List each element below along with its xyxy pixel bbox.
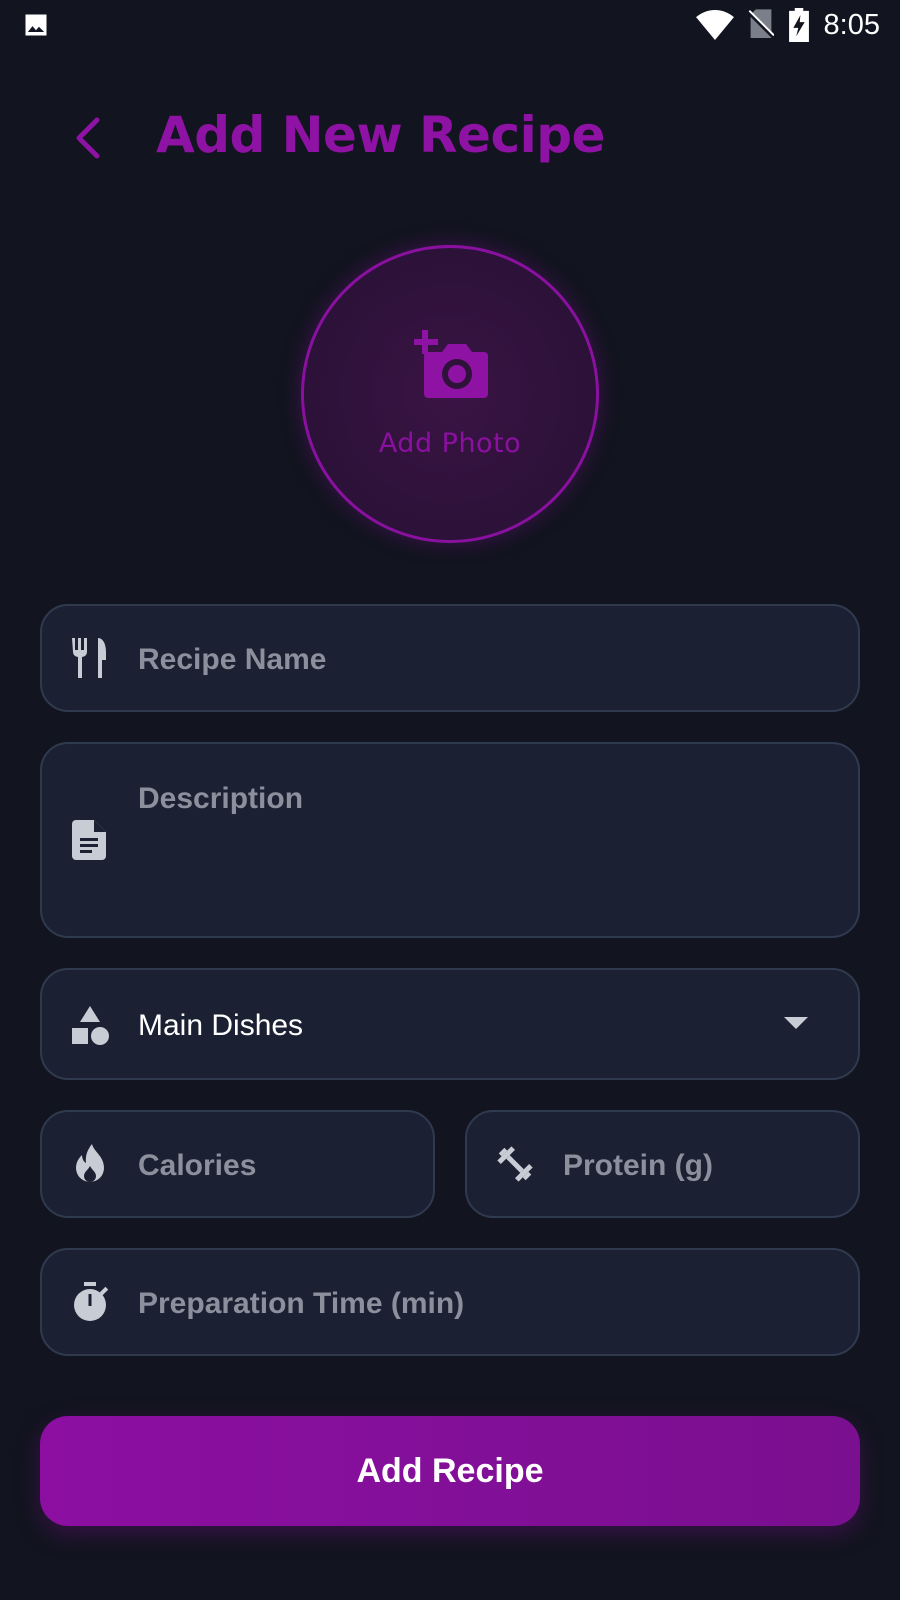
- description-field[interactable]: Description: [40, 742, 860, 938]
- no-sim-icon: [747, 9, 774, 40]
- add-recipe-button[interactable]: Add Recipe: [40, 1416, 860, 1526]
- protein-field[interactable]: Protein (g): [465, 1110, 860, 1218]
- page-title: Add New Recipe: [156, 106, 605, 164]
- add-recipe-screen: 8:05 Add New Recipe Add Photo Recipe Nam…: [0, 0, 900, 1600]
- flame-icon: [76, 1144, 104, 1182]
- status-time: 8:05: [823, 8, 880, 41]
- document-icon: [72, 820, 106, 860]
- calories-placeholder: Calories: [138, 1149, 257, 1182]
- prep-time-placeholder: Preparation Time (min): [138, 1287, 465, 1320]
- prep-time-field[interactable]: Preparation Time (min): [40, 1248, 860, 1356]
- back-button[interactable]: [60, 108, 116, 168]
- status-bar: 8:05: [0, 0, 900, 50]
- calories-field[interactable]: Calories: [40, 1110, 435, 1218]
- dropdown-arrow-icon: [784, 1017, 808, 1029]
- stopwatch-icon: [74, 1282, 109, 1321]
- header: Add New Recipe: [0, 100, 900, 176]
- dumbbell-icon: [497, 1146, 533, 1182]
- chevron-left-icon: [76, 117, 100, 159]
- add-photo-button[interactable]: Add Photo: [301, 245, 599, 543]
- category-shapes-icon: [72, 1006, 109, 1045]
- image-icon: [25, 14, 47, 36]
- battery-charging-icon: [788, 8, 809, 42]
- category-value: Main Dishes: [138, 1009, 304, 1042]
- fork-knife-icon: [72, 638, 106, 678]
- category-dropdown[interactable]: Main Dishes: [40, 968, 860, 1080]
- protein-placeholder: Protein (g): [563, 1149, 713, 1182]
- add-camera-icon: [414, 330, 488, 398]
- add-photo-label: Add Photo: [378, 428, 522, 459]
- wifi-icon: [695, 10, 734, 40]
- recipe-name-field[interactable]: Recipe Name: [40, 604, 860, 712]
- recipe-name-placeholder: Recipe Name: [138, 643, 327, 676]
- description-placeholder: Description: [138, 782, 304, 815]
